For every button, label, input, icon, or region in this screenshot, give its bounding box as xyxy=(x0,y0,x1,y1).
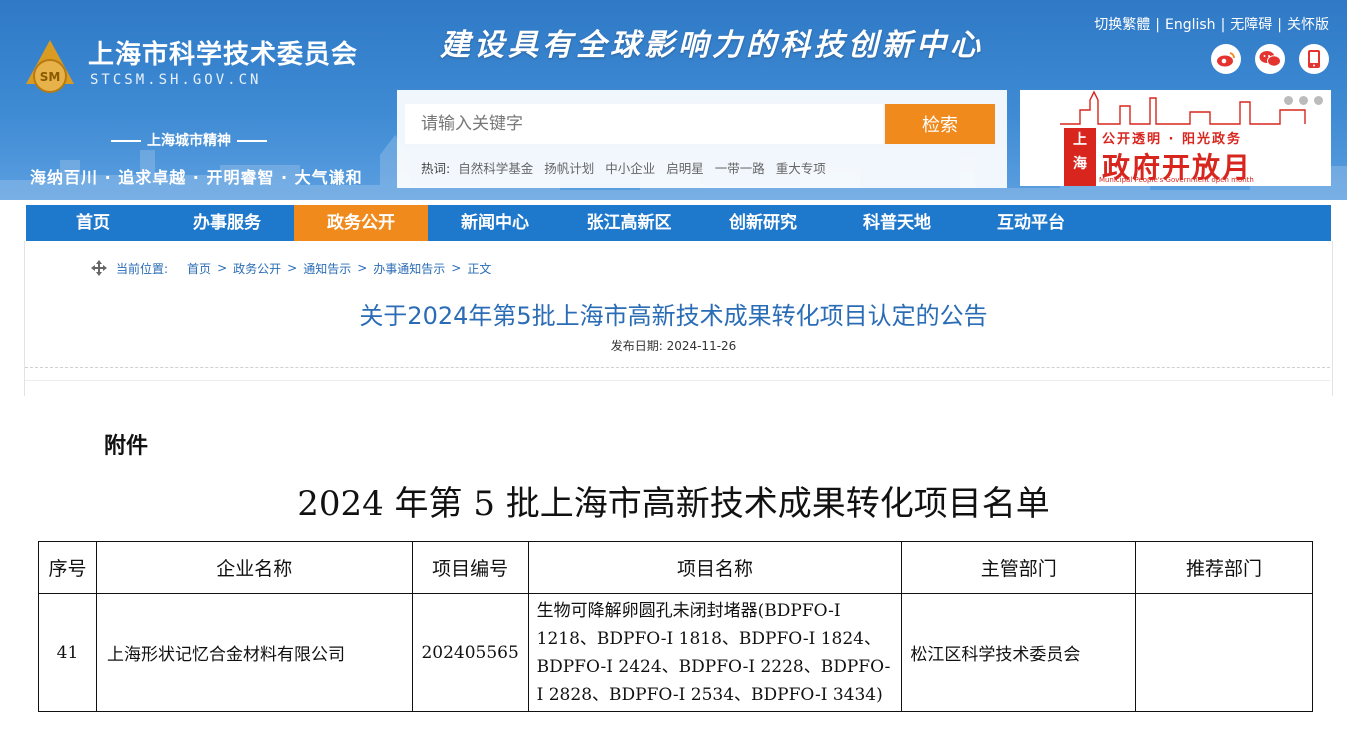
hot-words: 热词: 自然科学基金 扬帆计划 中小企业 启明星 一带一路 重大专项 xyxy=(421,158,833,177)
column-header-department: 主管部门 xyxy=(901,541,1137,594)
nav-item-news[interactable]: 新闻中心 xyxy=(428,205,562,241)
link-english[interactable]: English xyxy=(1165,17,1216,33)
nav-item-home[interactable]: 首页 xyxy=(26,205,160,241)
hot-word-link[interactable]: 重大专项 xyxy=(776,161,826,176)
link-accessibility[interactable]: 无障碍 xyxy=(1230,17,1272,33)
hot-word-link[interactable]: 启明星 xyxy=(666,161,704,176)
hot-word-link[interactable]: 一带一路 xyxy=(715,161,765,176)
breadcrumb-current: 正文 xyxy=(467,261,492,276)
site-name[interactable]: 上海市科学技术委员会 xyxy=(88,34,358,71)
link-separator: | xyxy=(1155,17,1160,33)
city-spirit-title: 上海城市精神 xyxy=(105,130,273,150)
banner-sub-text: Shanghai Municipal People's Government o… xyxy=(1064,176,1254,184)
main-nav: 首页 办事服务 政务公开 新闻中心 张江高新区 创新研究 科普天地 互动平台 xyxy=(26,205,1331,241)
breadcrumb-separator: > xyxy=(451,261,462,275)
svg-text:SM: SM xyxy=(40,70,61,84)
column-header-recommender: 推荐部门 xyxy=(1135,541,1313,594)
top-links: 切换繁體 | English | 无障碍 | 关怀版 xyxy=(1094,14,1329,34)
cell-recommender xyxy=(1135,593,1313,712)
slogan: 建设具有全球影响力的科技创新中心 xyxy=(440,28,984,63)
cell-code: 202405565 xyxy=(411,593,529,712)
breadcrumb-service-notices[interactable]: 办事通知告示 xyxy=(373,260,445,277)
breadcrumb-government-affairs[interactable]: 政务公开 xyxy=(233,260,281,277)
breadcrumb-home[interactable]: 首页 xyxy=(187,260,211,277)
publish-date-value: 2024-11-26 xyxy=(666,339,737,353)
nav-item-zhangjiang[interactable]: 张江高新区 xyxy=(562,205,696,241)
search-panel: 检索 热词: 自然科学基金 扬帆计划 中小企业 启明星 一带一路 重大专项 xyxy=(397,90,1007,188)
divider xyxy=(25,380,1330,381)
carousel-dot[interactable] xyxy=(1299,96,1308,105)
link-care-version[interactable]: 关怀版 xyxy=(1287,17,1329,33)
hot-words-label: 热词: xyxy=(421,161,451,176)
column-header-company: 企业名称 xyxy=(95,541,413,594)
location-icon xyxy=(91,260,107,276)
column-header-project: 项目名称 xyxy=(527,541,903,594)
publish-date: 发布日期: 2024-11-26 xyxy=(0,337,1347,354)
cell-project-name: 生物可降解卵圆孔未闭封堵器(BDPFO-I 1218、BDPFO-I 1818、… xyxy=(527,593,903,712)
document-title: 2024 年第 5 批上海市高新技术成果转化项目名单 xyxy=(297,484,1050,524)
divider xyxy=(25,367,1330,368)
site-domain: STCSM.SH.GOV.CN xyxy=(90,72,262,88)
attachment-label: 附件 xyxy=(104,434,149,459)
breadcrumb-separator: > xyxy=(217,261,228,275)
breadcrumb-label: 当前位置: xyxy=(116,261,169,276)
open-month-banner[interactable]: 上海 公开透明 · 阳光政务 政府开放月 Shanghai Municipal … xyxy=(1020,90,1331,186)
carousel-dot[interactable] xyxy=(1284,96,1293,105)
nav-item-innovation[interactable]: 创新研究 xyxy=(696,205,830,241)
breadcrumb-separator: > xyxy=(357,261,368,275)
column-header-code: 项目编号 xyxy=(411,541,529,594)
link-separator: | xyxy=(1220,17,1226,33)
city-spirit-title-text: 上海城市精神 xyxy=(147,133,231,149)
carousel-dot[interactable] xyxy=(1314,96,1323,105)
government-logo-icon[interactable]: SM xyxy=(22,38,78,94)
link-separator: | xyxy=(1277,17,1282,33)
hot-word-link[interactable]: 自然科学基金 xyxy=(458,161,533,176)
article-title: 关于2024年第5批上海市高新技术成果转化项目认定的公告 xyxy=(359,302,988,330)
decorative-line xyxy=(237,140,267,142)
hot-word-link[interactable]: 扬帆计划 xyxy=(544,161,594,176)
table-row: 41 上海形状记忆合金材料有限公司 202405565 生物可降解卵圆孔未闭封堵… xyxy=(38,593,1313,712)
nav-item-services[interactable]: 办事服务 xyxy=(160,205,294,241)
project-list-table: 序号 企业名称 项目编号 项目名称 主管部门 推荐部门 41 上海形状记忆合金材… xyxy=(38,541,1313,712)
nav-item-science-popularization[interactable]: 科普天地 xyxy=(830,205,964,241)
link-traditional-chinese[interactable]: 切换繁體 xyxy=(1094,17,1150,33)
city-spirit-text: 海纳百川 · 追求卓越 · 开明睿智 · 大气谦和 xyxy=(30,168,363,187)
nav-item-government-affairs[interactable]: 政务公开 xyxy=(294,205,428,241)
column-header-seq: 序号 xyxy=(38,541,97,594)
banner-skyline-decoration xyxy=(1060,90,1306,125)
cell-company: 上海形状记忆合金材料有限公司 xyxy=(95,593,413,712)
mobile-icon[interactable] xyxy=(1299,44,1329,74)
banner-carousel-dots xyxy=(1284,96,1323,105)
cell-seq: 41 xyxy=(38,593,97,712)
cell-department: 松江区科学技术委员会 xyxy=(901,593,1137,712)
search-button[interactable]: 检索 xyxy=(885,104,995,144)
nav-item-interaction[interactable]: 互动平台 xyxy=(964,205,1098,241)
weibo-icon[interactable] xyxy=(1211,44,1241,74)
hot-word-link[interactable]: 中小企业 xyxy=(605,161,655,176)
breadcrumb-separator: > xyxy=(287,261,298,275)
social-links xyxy=(1211,44,1329,74)
search-input[interactable] xyxy=(405,104,883,144)
wechat-icon[interactable] xyxy=(1255,44,1285,74)
breadcrumb-notices[interactable]: 通知告示 xyxy=(303,260,351,277)
publish-date-label: 发布日期: xyxy=(610,339,663,353)
banner-top-text: 公开透明 · 阳光政务 xyxy=(1102,132,1242,147)
breadcrumb: 当前位置: 首页 > 政务公开 > 通知告示 > 办事通知告示 > 正文 xyxy=(90,259,494,277)
table-header-row: 序号 企业名称 项目编号 项目名称 主管部门 推荐部门 xyxy=(38,541,1313,594)
decorative-line xyxy=(111,140,141,142)
